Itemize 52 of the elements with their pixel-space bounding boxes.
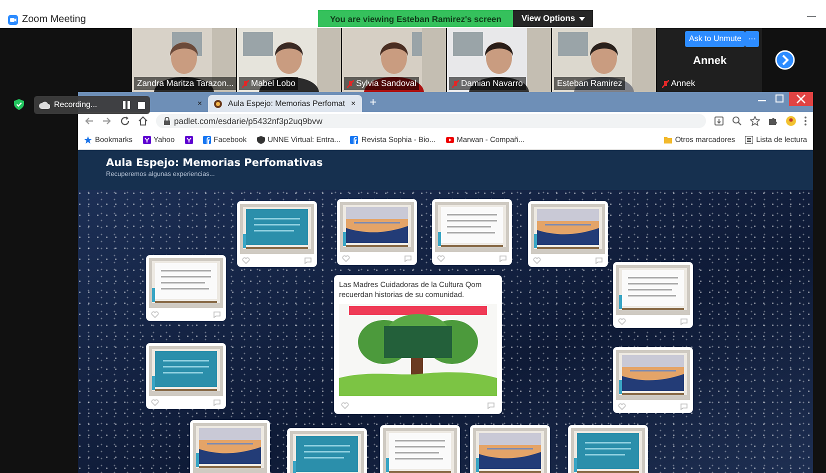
folder-icon [664,136,672,144]
zoom-logo-icon [8,14,18,24]
star-icon[interactable] [750,116,760,126]
browser-tab[interactable]: × [148,95,208,112]
yahoo-logo-icon [142,136,151,144]
browser-tab[interactable]: Aula Espejo: Memorias Perfomat × [208,95,362,112]
reload-icon[interactable] [120,116,130,126]
stop-icon[interactable] [138,102,145,108]
pause-icon[interactable] [123,101,130,109]
tab-title: Aula Espejo: Memorias Perfomat [228,98,345,110]
participant-name: Annek [671,77,696,90]
home-icon[interactable] [138,116,148,126]
window-title: Zoom Meeting [22,13,86,27]
tab-close-button[interactable]: × [350,98,356,110]
install-icon[interactable] [714,116,724,126]
facebook-logo-icon [350,136,358,144]
forward-icon[interactable] [102,116,112,126]
menu-icon[interactable] [804,116,807,126]
participant-name: Zandra Maritza Tarazon... [137,77,234,90]
yahoo-logo-icon[interactable] [184,136,193,144]
url-text: padlet.com/esdarie/p5432nf3p2uq9bvw [174,114,322,128]
shield-icon [14,99,24,110]
close-window-icon[interactable] [789,92,813,106]
view-options-button[interactable]: View Options [513,10,594,27]
muted-mic-icon [452,80,459,88]
profile-avatar-icon[interactable] [786,116,796,126]
caret-icon [579,16,586,20]
lock-icon [164,117,170,125]
facebook-logo-icon [202,136,211,144]
puzzle-icon[interactable] [768,116,778,126]
shield-icon [256,136,265,144]
minimize-button[interactable]: — [807,10,816,24]
tab-close-button[interactable]: × [197,98,202,110]
address-bar[interactable]: padlet.com/esdarie/p5432nf3p2uq9bvw [156,114,706,128]
participant-name: Esteban Ramirez [557,77,622,90]
reading-list-icon [745,136,754,144]
padlet-logo-icon [214,100,222,108]
participant-name: Mabel Lobo [251,77,296,90]
muted-mic-icon [242,80,249,88]
board-title: Aula Espejo: Memorias Perfomativas [106,158,324,170]
muted-mic-icon [347,80,354,88]
participant-name: Annek [693,54,727,69]
participant-name: Sylvia Sandoval [356,77,416,90]
recording-label: Recording... [54,99,98,111]
next-page-icon[interactable] [775,50,795,70]
participant-name: Damian Navarro [461,77,523,90]
search-icon[interactable] [732,116,742,126]
cloud-icon [39,101,50,109]
star-icon [84,136,92,144]
video-play-icon [446,136,454,144]
share-banner: You are viewing Esteban Ramirez's screen [318,10,514,27]
back-icon[interactable] [84,116,94,126]
